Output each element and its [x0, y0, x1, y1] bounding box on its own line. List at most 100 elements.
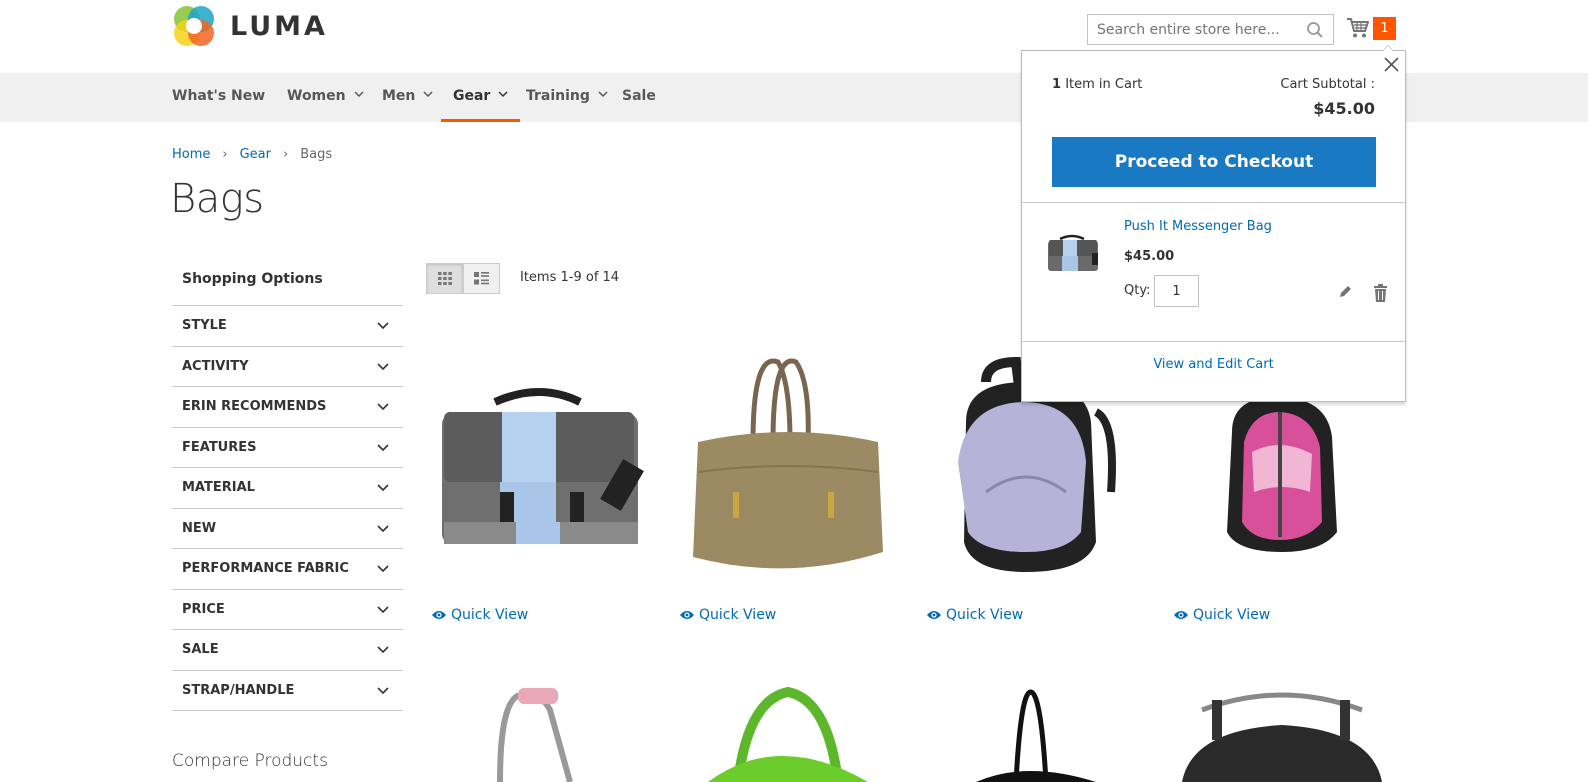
filter-option-price[interactable]: Price — [172, 590, 403, 630]
edit-pencil-icon[interactable] — [1338, 285, 1352, 299]
eye-icon — [432, 611, 446, 619]
filter-option-style[interactable]: Style — [172, 306, 403, 347]
filter-option-label: Performance Fabric — [182, 561, 349, 576]
filter-option-sale[interactable]: Sale — [172, 630, 403, 671]
nav-label: Gear — [453, 88, 491, 104]
chevron-down-icon — [377, 403, 389, 411]
grid-icon — [437, 272, 452, 285]
filter-option-label: Features — [182, 439, 257, 455]
chevron-down-icon — [498, 91, 508, 98]
filter-option-label: Sale — [182, 642, 219, 657]
store-logo[interactable]: LUMA — [172, 4, 328, 48]
product-image[interactable] — [1172, 670, 1390, 782]
chevron-down-icon — [377, 524, 389, 532]
chevron-down-icon — [354, 91, 364, 98]
cart-items-count: 1 Item in Cart — [1052, 77, 1142, 92]
eye-icon — [680, 611, 694, 619]
chevron-down-icon — [377, 322, 389, 330]
nav-item-women[interactable]: Women — [287, 73, 364, 122]
cart-count-badge: 1 — [1373, 17, 1396, 40]
chevron-down-icon — [377, 605, 389, 613]
eye-icon — [927, 611, 941, 619]
cart-item-thumbnail[interactable] — [1044, 231, 1102, 277]
trash-icon[interactable] — [1373, 284, 1388, 302]
toolbar-amount: Items 1-9 of 14 — [520, 270, 620, 285]
list-icon — [474, 272, 489, 285]
filter-option-features[interactable]: Features — [172, 428, 403, 468]
chevron-down-icon — [377, 362, 389, 370]
shopping-options-title: Shopping Options — [172, 262, 403, 306]
cart-items-text: Item in Cart — [1065, 77, 1143, 92]
cart-item-qty-label: Qty: — [1124, 283, 1151, 298]
list-mode-button[interactable] — [463, 263, 500, 294]
nav-label: Men — [382, 88, 416, 104]
view-and-edit-cart-link[interactable]: View and Edit Cart — [1022, 357, 1405, 372]
nav-item-whats-new[interactable]: What's New — [172, 73, 265, 122]
nav-item-men[interactable]: Men — [382, 73, 433, 122]
search-box — [1087, 14, 1334, 45]
cart-item-price: $45.00 — [1124, 249, 1175, 264]
product-item[interactable] — [430, 342, 652, 604]
quick-view-link[interactable]: Quick View — [926, 607, 1023, 623]
chevron-down-icon — [377, 565, 389, 573]
nav-label: Training — [526, 88, 590, 104]
quick-view-link[interactable]: Quick View — [1173, 607, 1270, 623]
filter-option-label: Material — [182, 480, 255, 495]
product-image[interactable] — [926, 670, 1144, 782]
logo-text: LUMA — [230, 10, 328, 42]
nav-label: Women — [287, 88, 346, 104]
filter-option-label: Strap/Handle — [182, 682, 295, 698]
breadcrumb-separator: › — [222, 147, 228, 162]
breadcrumb-home-link[interactable]: Home — [172, 147, 210, 162]
chevron-down-icon — [598, 91, 608, 98]
layered-navigation: Shopping Options Style Activity Erin Recom… — [172, 262, 403, 771]
search-input[interactable] — [1088, 15, 1298, 44]
chevron-down-icon — [377, 484, 389, 492]
quick-view-label: Quick View — [1193, 607, 1271, 623]
quick-view-link[interactable]: Quick View — [679, 607, 776, 623]
breadcrumb-current: Bags — [300, 147, 333, 162]
close-icon[interactable] — [1383, 56, 1400, 73]
nav-label: What's New — [172, 88, 266, 104]
quick-view-label: Quick View — [451, 607, 529, 623]
proceed-to-checkout-button[interactable]: Proceed to Checkout — [1052, 137, 1376, 187]
filter-option-label: Erin Recommends — [182, 399, 327, 414]
filter-option-activity[interactable]: Activity — [172, 347, 403, 387]
breadcrumb: Home › Gear › Bags — [172, 147, 332, 162]
chevron-down-icon — [377, 686, 389, 694]
product-image[interactable] — [430, 342, 648, 600]
product-image[interactable] — [678, 670, 896, 782]
product-item[interactable] — [678, 342, 900, 604]
chevron-down-icon — [423, 91, 433, 98]
filter-option-new[interactable]: New — [172, 509, 403, 549]
divider — [1022, 341, 1405, 342]
nav-label: Sale — [622, 88, 656, 104]
search-icon[interactable] — [1306, 21, 1324, 39]
nav-item-sale[interactable]: Sale — [622, 73, 656, 122]
chevron-down-icon — [377, 646, 389, 654]
minicart-dropdown: 1 Item in Cart Cart Subtotal : $45.00 Pr… — [1021, 45, 1406, 402]
breadcrumb-gear-link[interactable]: Gear — [240, 147, 271, 162]
product-image[interactable] — [430, 670, 648, 782]
filter-option-erin-recommends[interactable]: Erin Recommends — [172, 387, 403, 428]
chevron-down-icon — [377, 443, 389, 451]
nav-item-gear[interactable]: Gear — [441, 73, 521, 122]
nav-item-training[interactable]: Training — [526, 73, 608, 122]
cart-subtotal-price: $45.00 — [1313, 99, 1375, 118]
breadcrumb-separator: › — [282, 147, 289, 162]
eye-icon — [1174, 611, 1188, 619]
product-image[interactable] — [678, 342, 896, 600]
divider — [1022, 202, 1405, 203]
cart-item-name[interactable]: Push It Messenger Bag — [1124, 219, 1272, 234]
filter-option-performance-fabric[interactable]: Performance Fabric — [172, 549, 403, 590]
cart-item-qty-input[interactable] — [1154, 275, 1199, 307]
quick-view-link[interactable]: Quick View — [431, 607, 528, 623]
cart-subtotal-label: Cart Subtotal : — [1280, 77, 1375, 92]
filter-option-label: New — [182, 520, 217, 536]
page-title: Bags — [170, 176, 264, 222]
compare-products-title: Compare Products — [172, 751, 328, 771]
filter-option-material[interactable]: Material — [172, 468, 403, 509]
filter-option-strap-handle[interactable]: Strap/Handle — [172, 671, 403, 711]
grid-mode-button[interactable] — [426, 263, 463, 294]
cart-items-number: 1 — [1052, 77, 1062, 92]
